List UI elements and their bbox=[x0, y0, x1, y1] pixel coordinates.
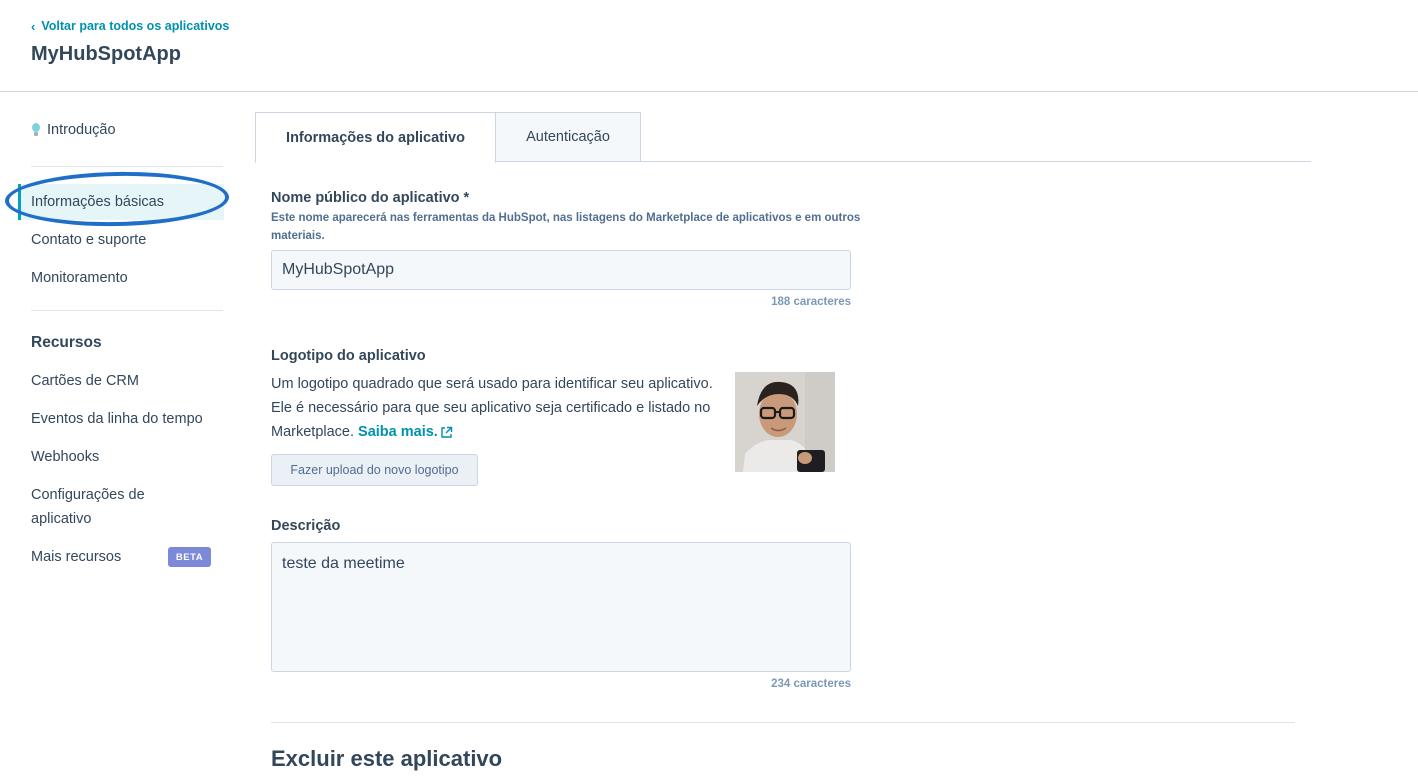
logo-description: Um logotipo quadrado que será usado para… bbox=[271, 372, 726, 444]
resources-heading: Recursos bbox=[31, 334, 102, 351]
sidebar-item-webhooks[interactable]: Webhooks bbox=[31, 449, 99, 465]
description-textarea[interactable]: teste da meetime bbox=[271, 542, 851, 672]
app-name-help: Este nome aparecerá nas ferramentas da H… bbox=[271, 212, 861, 242]
logo-description-text: Um logotipo quadrado que será usado para… bbox=[271, 376, 713, 440]
sidebar-item-crm-cards[interactable]: Cartões de CRM bbox=[31, 373, 139, 389]
sidebar-item-introduction[interactable]: Introdução bbox=[31, 122, 116, 138]
description-char-counter: 234 caracteres bbox=[771, 678, 851, 690]
page-title: MyHubSpotApp bbox=[31, 43, 181, 65]
sidebar: Introdução Informações básicas Contato e… bbox=[0, 92, 240, 779]
chevron-left-icon: ‹ bbox=[31, 18, 36, 34]
sidebar-item-contact-support[interactable]: Contato e suporte bbox=[31, 232, 146, 248]
page-header: ‹ Voltar para todos os aplicativos MyHub… bbox=[0, 0, 1418, 92]
section-divider bbox=[271, 722, 1295, 723]
app-name-label: Nome público do aplicativo * bbox=[271, 190, 470, 206]
logo-label: Logotipo do aplicativo bbox=[271, 348, 426, 364]
tab-bar: Autenticação Informações do aplicativo bbox=[255, 112, 1311, 163]
beta-badge: BETA bbox=[168, 547, 211, 567]
sidebar-item-more-resources[interactable]: Mais recursos bbox=[31, 549, 121, 565]
lightbulb-icon bbox=[31, 123, 40, 137]
sidebar-item-label: Introdução bbox=[47, 122, 116, 138]
app-name-char-counter: 188 caracteres bbox=[771, 296, 851, 308]
learn-more-link[interactable]: Saiba mais. bbox=[358, 424, 438, 440]
app-logo-image bbox=[735, 372, 835, 472]
app-name-input[interactable]: MyHubSpotApp bbox=[271, 250, 851, 290]
delete-app-heading: Excluir este aplicativo bbox=[271, 746, 503, 771]
sidebar-item-app-settings[interactable]: Configurações de aplicativo bbox=[31, 483, 181, 531]
sidebar-item-monitoring[interactable]: Monitoramento bbox=[31, 270, 128, 286]
tab-app-info[interactable]: Informações do aplicativo bbox=[255, 112, 496, 163]
tab-authentication[interactable]: Autenticação bbox=[495, 112, 641, 162]
sidebar-item-timeline-events[interactable]: Eventos da linha do tempo bbox=[31, 411, 203, 427]
back-to-apps-link[interactable]: ‹ Voltar para todos os aplicativos bbox=[31, 19, 229, 33]
sidebar-divider bbox=[31, 310, 223, 311]
description-label: Descrição bbox=[271, 518, 341, 534]
sidebar-item-basic-info[interactable]: Informações básicas bbox=[31, 194, 164, 210]
sidebar-divider bbox=[31, 166, 223, 167]
external-link-icon[interactable] bbox=[440, 426, 453, 439]
upload-logo-button[interactable]: Fazer upload do novo logotipo bbox=[271, 454, 478, 486]
back-link-label: Voltar para todos os aplicativos bbox=[41, 19, 230, 33]
